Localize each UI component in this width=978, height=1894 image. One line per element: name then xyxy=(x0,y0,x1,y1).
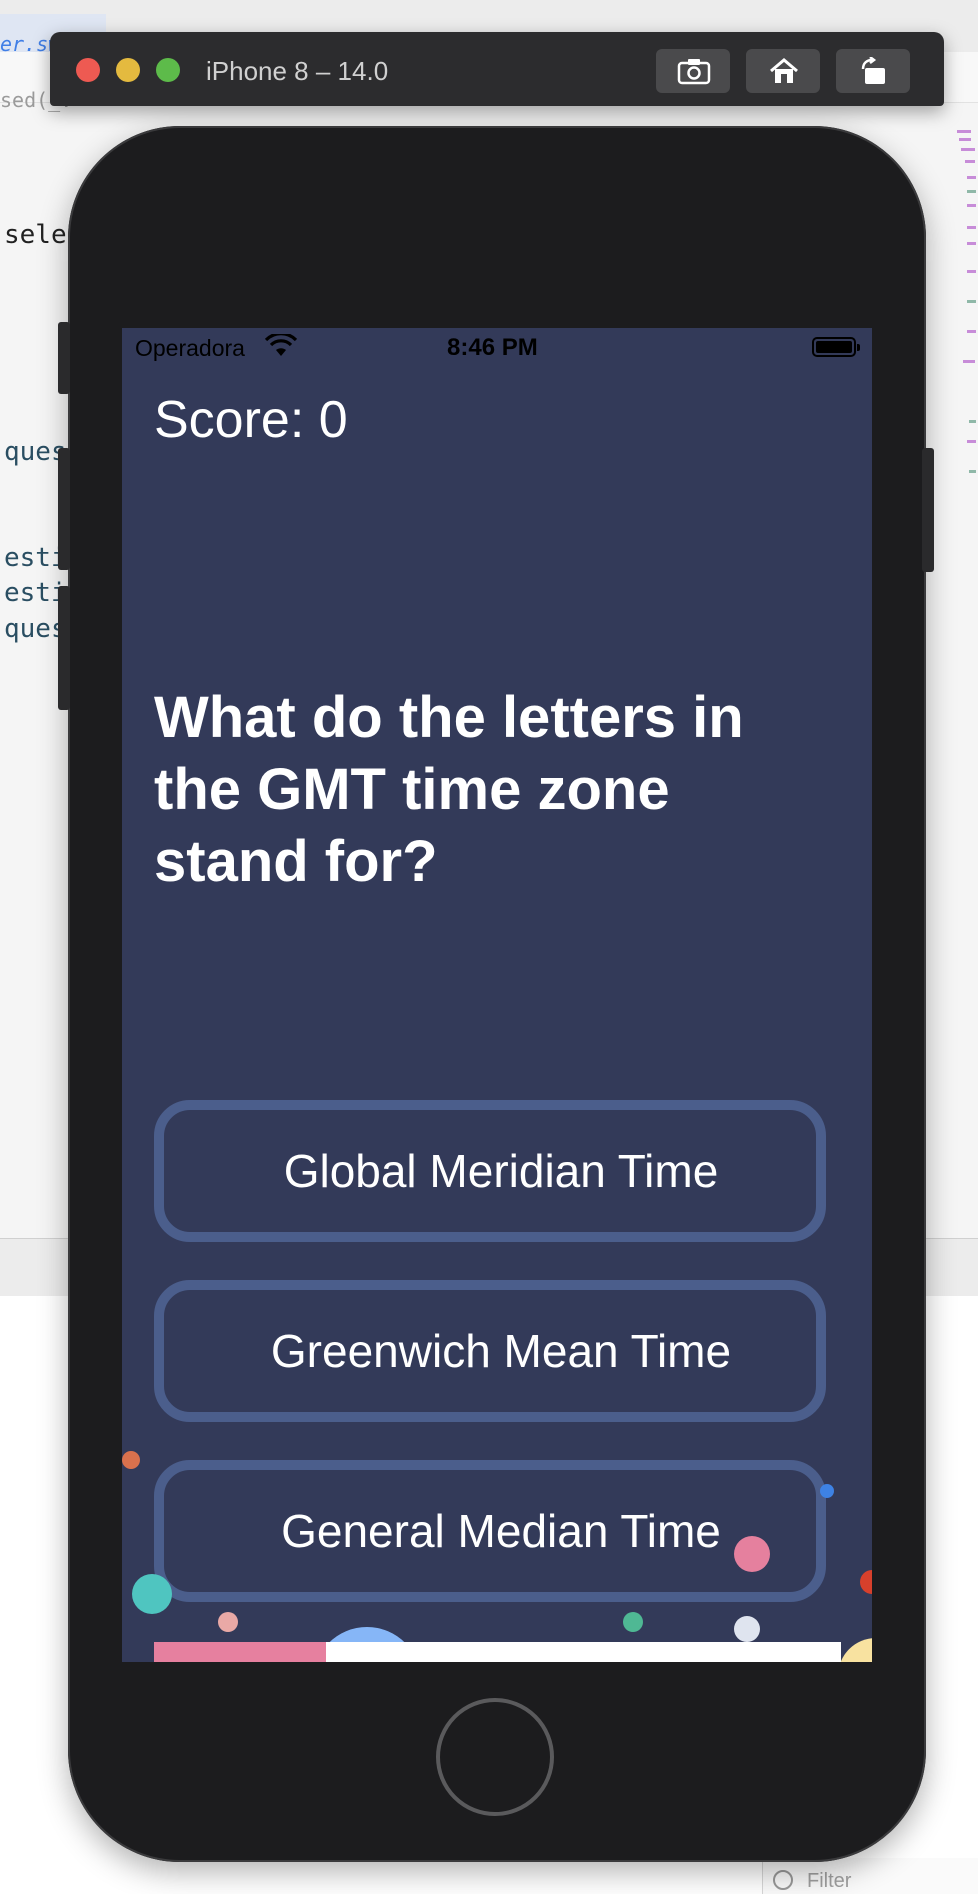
progress-bar xyxy=(154,1642,841,1662)
answer-button-1[interactable]: Global Meridian Time xyxy=(154,1100,826,1242)
code-minimap[interactable] xyxy=(955,130,978,550)
confetti-bubble xyxy=(734,1536,770,1572)
confetti-bubble xyxy=(860,1570,872,1594)
rotate-icon xyxy=(861,57,885,84)
simulator-title: iPhone 8 – 14.0 xyxy=(206,56,389,86)
zoom-window-button[interactable] xyxy=(156,58,180,82)
volume-up-button xyxy=(58,448,70,570)
confetti-bubble xyxy=(734,1616,760,1642)
score-label: Score: 0 xyxy=(154,391,348,449)
filter-field[interactable]: Filter xyxy=(762,1858,978,1894)
status-time: 8:46 PM xyxy=(447,334,538,361)
mute-switch xyxy=(58,322,70,394)
power-button xyxy=(922,448,934,572)
confetti-bubble xyxy=(623,1612,643,1632)
filter-icon xyxy=(773,1870,793,1890)
phone-home-button[interactable] xyxy=(436,1698,554,1816)
minimize-window-button[interactable] xyxy=(116,58,140,82)
filter-placeholder: Filter xyxy=(807,1870,852,1892)
answer-label: Global Meridian Time xyxy=(283,1145,719,1197)
answer-button-2[interactable]: Greenwich Mean Time xyxy=(154,1280,826,1422)
app-screen: Operadora 8:46 PM Score: 0 What do the l… xyxy=(122,328,872,1662)
confetti-bubble xyxy=(132,1574,172,1614)
simulator-titlebar: iPhone 8 – 14.0 xyxy=(50,32,944,106)
answer-label: Greenwich Mean Time xyxy=(270,1325,732,1377)
close-window-button[interactable] xyxy=(76,58,100,82)
status-bar: Operadora 8:46 PM xyxy=(122,328,872,368)
progress-fill xyxy=(154,1642,326,1662)
battery-icon xyxy=(812,337,860,357)
confetti-bubble xyxy=(820,1484,834,1498)
confetti-bubble xyxy=(838,1638,872,1662)
carrier-label: Operadora xyxy=(135,335,245,361)
screenshot-icon xyxy=(677,59,711,85)
answer-label: General Median Time xyxy=(281,1505,721,1557)
home-button[interactable] xyxy=(746,49,820,93)
confetti-bubble xyxy=(122,1451,140,1469)
screenshot-button[interactable] xyxy=(656,49,730,93)
wifi-icon xyxy=(265,334,297,356)
confetti-bubble xyxy=(218,1612,238,1632)
volume-down-button xyxy=(58,586,70,710)
answer-button-3[interactable]: General Median Time xyxy=(154,1460,826,1602)
rotate-button[interactable] xyxy=(836,49,910,93)
question-text: What do the letters in the GMT time zone… xyxy=(154,685,744,894)
home-icon xyxy=(770,58,798,83)
code-line: sele xyxy=(4,220,67,250)
